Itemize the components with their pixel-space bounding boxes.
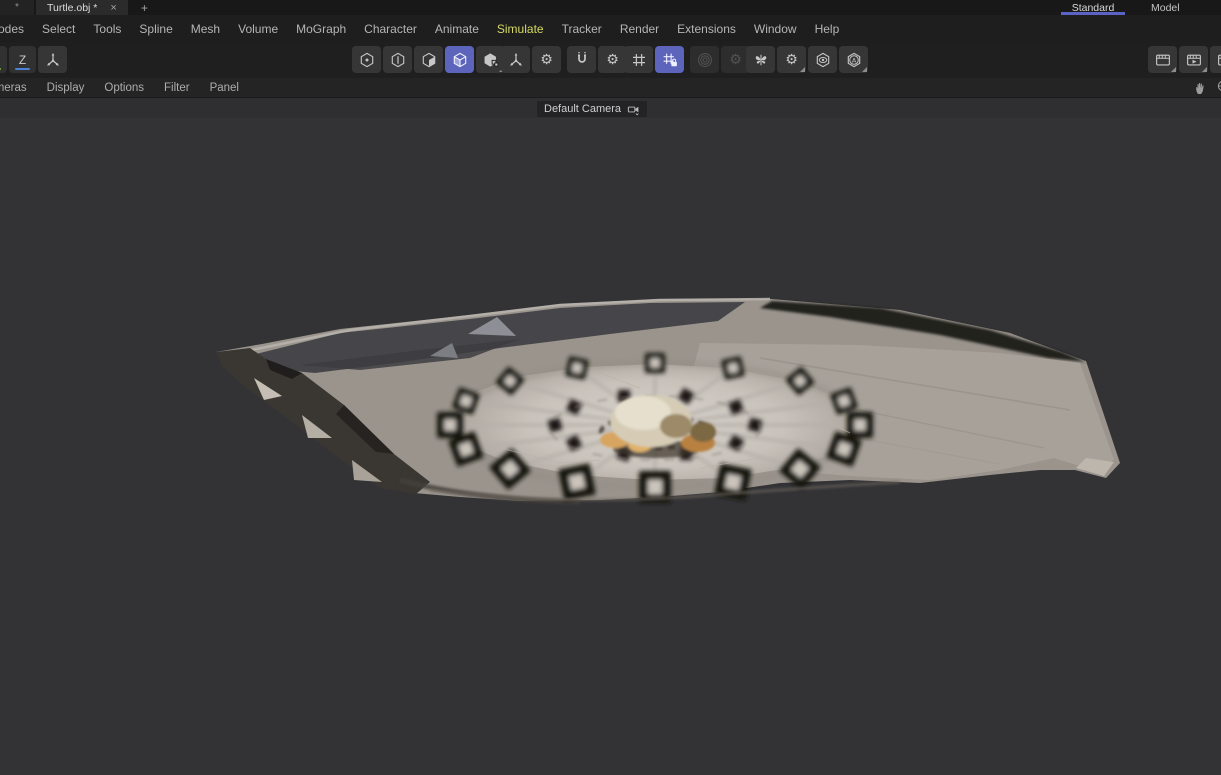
active-camera-selector[interactable]: Default Camera [537, 101, 647, 117]
menu-spline[interactable]: Spline [130, 22, 181, 36]
camera-label: Default Camera [544, 103, 621, 115]
menu-volume[interactable]: Volume [229, 22, 287, 36]
modeling-axis-button[interactable] [501, 46, 530, 73]
annotate-button[interactable] [839, 46, 868, 73]
concentric-rings-icon [696, 51, 714, 69]
menu-extensions[interactable]: Extensions [668, 22, 745, 36]
render-picture-viewer-button[interactable] [1179, 46, 1208, 73]
menu-mograph[interactable]: MoGraph [287, 22, 355, 36]
menu-window[interactable]: Window [745, 22, 806, 36]
document-tab[interactable]: Turtle.obj * × [36, 0, 128, 15]
model-mode-button[interactable] [445, 46, 474, 73]
menu-select[interactable]: Select [33, 22, 84, 36]
background-document-tab[interactable]: * [0, 0, 34, 15]
layout-switcher: Standard Model [1037, 0, 1221, 15]
layout-tab-model[interactable]: Model [1149, 0, 1221, 15]
polygon-mode-button[interactable] [414, 46, 443, 73]
gear-icon: ⚙ [540, 53, 553, 67]
symmetry-button[interactable] [746, 46, 775, 73]
edge-mode-button[interactable] [383, 46, 412, 73]
texture-mode-icon [482, 51, 500, 69]
toolbar: Y Z ⚙ ⚙ ⚙ ⚙ [0, 42, 1221, 78]
menu-character[interactable]: Character [355, 22, 426, 36]
axis-lock-y-button[interactable]: Y [0, 46, 7, 73]
vp-menu-options[interactable]: Options [94, 82, 154, 94]
menu-animate[interactable]: Animate [426, 22, 488, 36]
render-frame-icon [1154, 51, 1172, 69]
grid-lock-icon [661, 51, 679, 69]
grid-icon [630, 51, 648, 69]
model-mode-icon [451, 51, 469, 69]
menu-tools[interactable]: Tools [84, 22, 130, 36]
points-mode-button[interactable] [352, 46, 381, 73]
hexagon-eye-icon [814, 51, 832, 69]
viewport-header: Default Camera [0, 97, 1221, 118]
main-menubar: Modes Select Tools Spline Mesh Volume Mo… [0, 15, 1221, 42]
gear-icon: ⚙ [785, 53, 798, 67]
pan-hand-icon[interactable] [1193, 80, 1209, 96]
menu-modes[interactable]: Modes [0, 22, 33, 36]
butterfly-symmetry-icon [752, 51, 770, 69]
render-play-icon [1185, 51, 1203, 69]
zoom-tool-icon[interactable] [1215, 78, 1221, 94]
vp-menu-panel[interactable]: Panel [200, 82, 249, 94]
viewport-solo-button[interactable] [808, 46, 837, 73]
vp-menu-display[interactable]: Display [37, 82, 95, 94]
axis-lock-z-button[interactable]: Z [9, 46, 36, 73]
render-settings-button[interactable] [1210, 46, 1221, 73]
new-tab-button[interactable]: + [128, 0, 161, 15]
viewport-3d[interactable] [0, 118, 1221, 775]
workplane-lock-button[interactable] [655, 46, 684, 73]
snap-button[interactable] [567, 46, 596, 73]
axis-settings-button[interactable]: ⚙ [532, 46, 561, 73]
scan-mesh-canvas[interactable] [0, 118, 1221, 775]
modeling-axis-icon [44, 51, 62, 69]
polygon-mode-icon [420, 51, 438, 69]
axis-tool-icon [507, 51, 525, 69]
viewport-menubar: Cameras Display Options Filter Panel [0, 78, 1221, 97]
edge-mode-icon [389, 51, 407, 69]
menu-simulate[interactable]: Simulate [488, 22, 553, 36]
menu-mesh[interactable]: Mesh [182, 22, 229, 36]
magnet-icon [573, 51, 591, 69]
points-mode-icon [358, 51, 376, 69]
snap-settings-button[interactable]: ⚙ [598, 46, 627, 73]
workplane-button[interactable] [624, 46, 653, 73]
falloff-button[interactable] [690, 46, 719, 73]
axis-z-label: Z [19, 53, 26, 67]
camera-icon [627, 103, 640, 116]
render-view-button[interactable] [1148, 46, 1177, 73]
menu-help[interactable]: Help [806, 22, 849, 36]
coordinate-system-button[interactable] [38, 46, 67, 73]
symmetry-settings-button[interactable]: ⚙ [777, 46, 806, 73]
gear-icon: ⚙ [729, 53, 742, 67]
layout-tab-standard[interactable]: Standard [1037, 0, 1149, 15]
vp-menu-cameras[interactable]: Cameras [0, 82, 37, 94]
close-tab-icon[interactable]: × [110, 2, 116, 14]
tab-bar: * Turtle.obj * × + Standard Model [0, 0, 1221, 15]
document-tab-label: Turtle.obj * [47, 2, 97, 14]
gear-icon: ⚙ [606, 53, 619, 67]
hexagon-a-icon [845, 51, 863, 69]
vp-menu-filter[interactable]: Filter [154, 82, 200, 94]
menu-render[interactable]: Render [611, 22, 668, 36]
render-gear-icon [1216, 51, 1221, 69]
menu-tracker[interactable]: Tracker [553, 22, 611, 36]
